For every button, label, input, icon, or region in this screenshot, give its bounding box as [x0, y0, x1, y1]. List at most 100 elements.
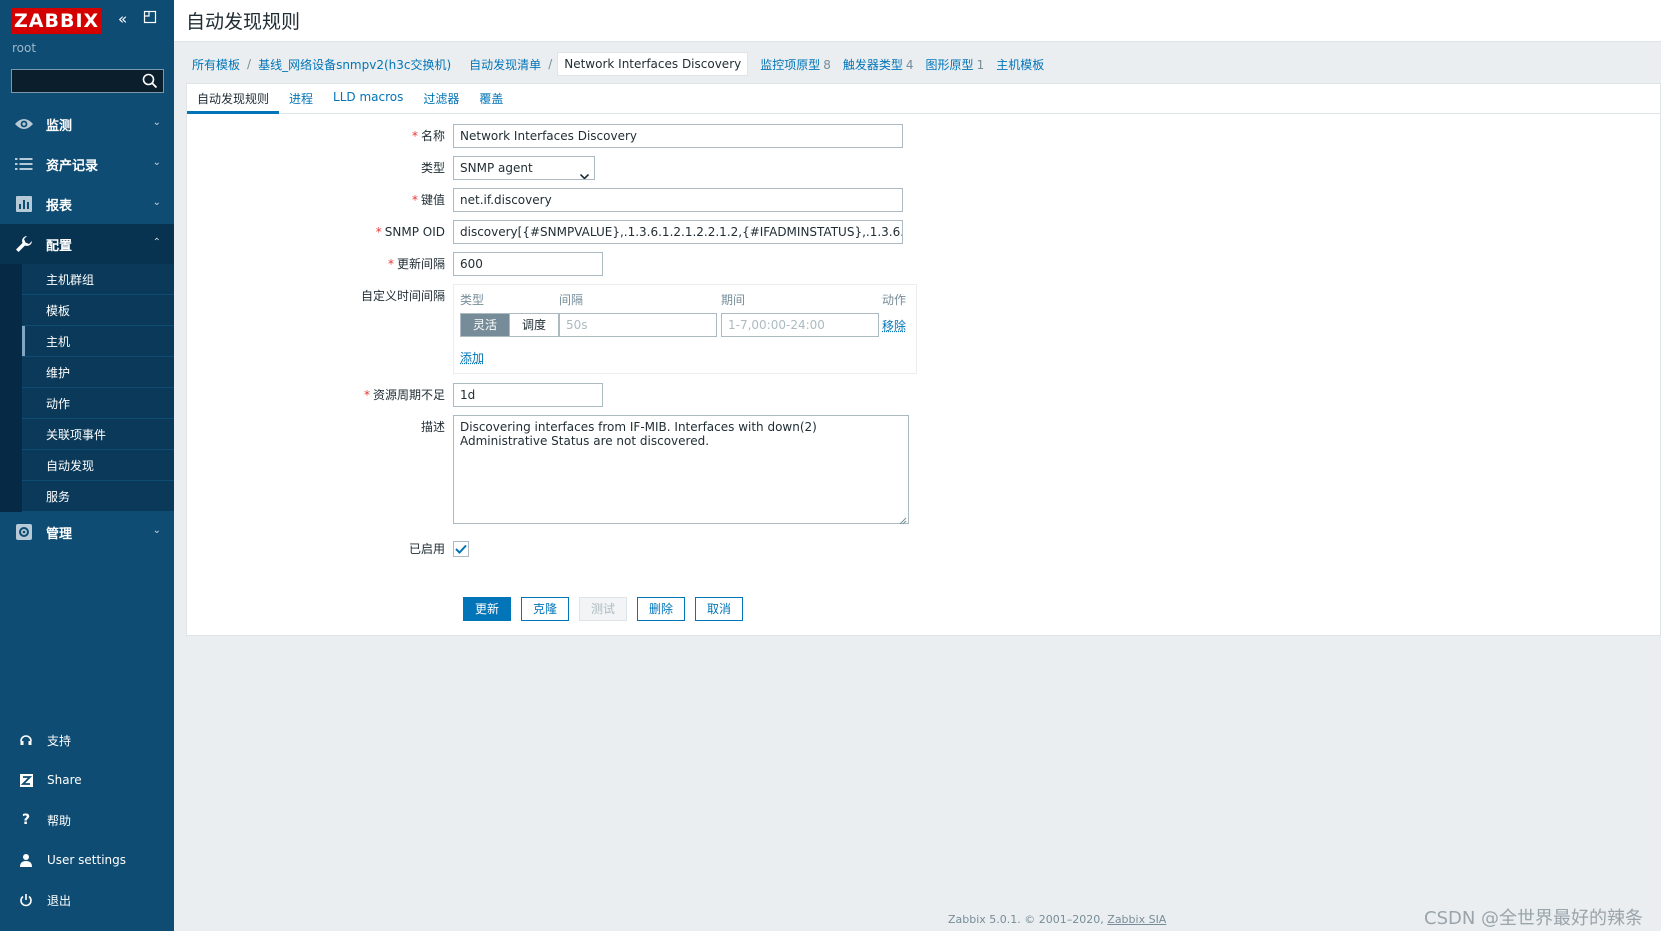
enabled-checkbox[interactable]: [453, 541, 469, 557]
breadcrumb-trigger-prototypes[interactable]: 触发器类型 4: [837, 52, 920, 77]
breadcrumb-item-prototypes[interactable]: 监控项原型 8: [754, 52, 837, 77]
submenu-host-groups[interactable]: 主机群组: [22, 264, 174, 295]
add-interval-link[interactable]: 添加: [460, 349, 484, 366]
footer-text: Zabbix 5.0.1. © 2001–2020,: [948, 913, 1104, 926]
lifetime-input[interactable]: 1d: [453, 383, 603, 407]
submenu-actions[interactable]: 动作: [22, 388, 174, 419]
menu-administration[interactable]: 管理 ⌄: [0, 512, 174, 552]
delete-button[interactable]: 删除: [637, 597, 685, 621]
required-marker: *: [411, 129, 418, 143]
description-textarea[interactable]: Discovering interfaces from IF-MIB. Inte…: [453, 415, 909, 525]
form-buttons: 更新 克隆 测试 删除 取消: [463, 597, 743, 621]
update-button[interactable]: 更新: [463, 597, 511, 621]
required-marker: *: [363, 388, 370, 402]
menu-reports[interactable]: 报表 ⌄: [0, 184, 174, 224]
type-select-value: SNMP agent: [460, 161, 533, 175]
tab-filters[interactable]: 过滤器: [413, 84, 469, 113]
custom-interval-input[interactable]: 50s: [559, 313, 717, 337]
chevron-down-icon: ⌄: [152, 157, 161, 168]
logo-row: ZABBIX «: [0, 0, 174, 44]
row-lifetime: * 资源周期不足 1d: [187, 383, 603, 407]
wrench-icon: [14, 234, 34, 254]
snmp-oid-input[interactable]: discovery[{#SNMPVALUE},.1.3.6.1.2.1.2.2.…: [453, 220, 903, 244]
graph-prototypes-count: 1: [976, 57, 985, 72]
help-label: 帮助: [47, 813, 72, 828]
sidebar-search-input[interactable]: [11, 69, 164, 93]
description-text: Discovering interfaces from IF-MIB. Inte…: [460, 420, 817, 448]
key-label-text: 键值: [420, 193, 445, 207]
signout-label: 退出: [47, 893, 72, 908]
breadcrumb-template[interactable]: 基线_网络设备snmpv2(h3c交换机): [252, 52, 457, 77]
breadcrumb-host-templates[interactable]: 主机模板: [990, 52, 1050, 77]
submenu-discovery[interactable]: 自动发现: [22, 450, 174, 481]
submenu-templates[interactable]: 模板: [22, 295, 174, 326]
cancel-button[interactable]: 取消: [695, 597, 743, 621]
row-key: * 键值 net.if.discovery: [187, 188, 903, 212]
user-settings-link[interactable]: User settings: [0, 840, 174, 880]
clone-button[interactable]: 克隆: [521, 597, 569, 621]
required-marker: *: [375, 225, 382, 239]
tab-preprocessing[interactable]: 进程: [279, 84, 323, 113]
headset-icon: [17, 731, 35, 749]
menu-label: 资产记录: [46, 158, 99, 174]
tab-overrides[interactable]: 覆盖: [469, 84, 513, 113]
resize-handle-icon[interactable]: [899, 514, 907, 525]
page-header: 自动发现规则: [174, 0, 1661, 42]
tab-discovery-rule[interactable]: 自动发现规则: [187, 84, 280, 114]
custom-period-input[interactable]: 1-7,00:00-24:00: [721, 313, 879, 337]
signout-link[interactable]: 退出: [0, 880, 174, 920]
update-interval-input[interactable]: 600: [453, 252, 603, 276]
oid-label: * SNMP OID: [187, 220, 453, 244]
footer-vendor-link[interactable]: Zabbix SIA: [1107, 913, 1166, 926]
type-select[interactable]: SNMP agent: [453, 156, 595, 180]
support-link[interactable]: 支持: [0, 720, 174, 760]
user-name: root: [12, 41, 37, 55]
submenu-event-correlation[interactable]: 关联项事件: [22, 419, 174, 450]
breadcrumb-graph-prototypes[interactable]: 图形原型 1: [920, 52, 991, 77]
menu-configuration[interactable]: 配置 ⌃: [0, 224, 174, 264]
submenu-hosts[interactable]: 主机: [22, 326, 174, 357]
custom-intervals-table: 类型 间隔 期间 动作 灵活 调度 50s 1-7,00:00-24:00 移除…: [453, 284, 917, 374]
chart-icon: [14, 194, 34, 214]
sidebar: ZABBIX « root 监测 ⌄ 资产记录 ⌄ 报表 ⌄ 配置 ⌃ 主机群组…: [0, 0, 174, 931]
share-link[interactable]: Share: [0, 760, 174, 800]
trigger-prototypes-count: 4: [905, 57, 914, 72]
power-icon: [17, 891, 35, 909]
row-custom-intervals: 自定义时间间隔 类型 间隔 期间 动作 灵活 调度 50s 1-7,00:00-…: [187, 284, 917, 374]
kiosk-mode-icon[interactable]: [143, 10, 157, 28]
breadcrumb-discovery-list[interactable]: 自动发现清单: [463, 52, 547, 77]
main-menu: 监测 ⌄ 资产记录 ⌄ 报表 ⌄ 配置 ⌃ 主机群组 模板 主机 维护 动作 关…: [0, 104, 174, 552]
breadcrumb-all-templates[interactable]: 所有模板: [186, 52, 246, 77]
interval-label-text: 更新间隔: [396, 257, 445, 271]
name-input[interactable]: Network Interfaces Discovery: [453, 124, 903, 148]
submenu-services[interactable]: 服务: [22, 481, 174, 512]
test-button: 测试: [579, 597, 627, 621]
chevron-up-icon: ⌃: [152, 237, 161, 248]
help-link[interactable]: ? 帮助: [0, 800, 174, 840]
footer: Zabbix 5.0.1. © 2001–2020, Zabbix SIA: [948, 913, 1166, 926]
tab-lld-macros[interactable]: LLD macros: [323, 84, 413, 113]
key-input[interactable]: net.if.discovery: [453, 188, 903, 212]
collapse-sidebar-icon[interactable]: «: [118, 10, 127, 28]
type-label: 类型: [420, 161, 445, 175]
help-icon: ?: [21, 812, 31, 828]
breadcrumb: 所有模板 / 基线_网络设备snmpv2(h3c交换机) 自动发现清单 / Ne…: [186, 52, 1050, 76]
item-prototypes-label: 监控项原型: [760, 57, 821, 72]
scheduling-option[interactable]: 调度: [509, 314, 559, 336]
flexible-option[interactable]: 灵活: [461, 314, 510, 336]
row-enabled: 已启用: [187, 537, 469, 561]
lifetime-label: * 资源周期不足: [187, 383, 453, 407]
search-icon[interactable]: [141, 72, 159, 90]
description-label: 描述: [420, 420, 445, 434]
support-label: 支持: [47, 733, 72, 748]
trigger-prototypes-label: 触发器类型: [842, 57, 903, 72]
name-label-text: 名称: [420, 129, 445, 143]
breadcrumb-separator: /: [548, 57, 553, 71]
zabbix-logo[interactable]: ZABBIX: [11, 8, 103, 34]
menu-inventory[interactable]: 资产记录 ⌄: [0, 144, 174, 184]
custom-head-action: 动作: [882, 293, 907, 307]
custom-head-interval: 间隔: [559, 293, 584, 307]
remove-interval-link[interactable]: 移除: [882, 317, 906, 334]
menu-monitoring[interactable]: 监测 ⌄: [0, 104, 174, 144]
submenu-maintenance[interactable]: 维护: [22, 357, 174, 388]
